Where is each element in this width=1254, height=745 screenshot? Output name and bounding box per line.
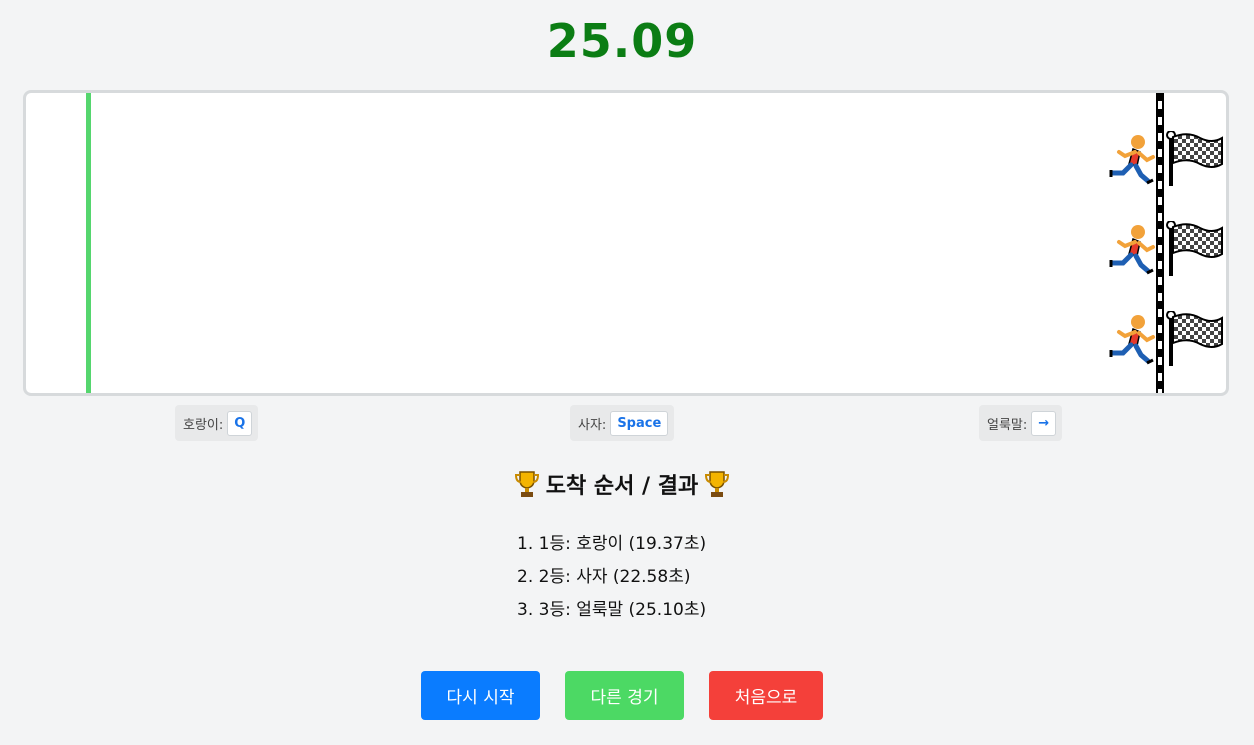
running-person-icon [1109, 225, 1155, 275]
result-item: 2. 2등: 사자 (22.58초) [517, 567, 691, 587]
lane-3 [1109, 311, 1226, 367]
checkered-flag-icon [1166, 131, 1223, 186]
key-badge: → [1031, 410, 1057, 436]
lane-1 [1109, 131, 1226, 187]
race-track [23, 90, 1229, 396]
results-title: 도착 순서 / 결과 [545, 474, 699, 499]
race-timer: 25.09 [546, 14, 698, 68]
results-heading: 도착 순서 / 결과 [0, 468, 1244, 500]
home-button[interactable]: 처음으로 [709, 671, 823, 720]
result-item: 1. 1등: 호랑이 (19.37초) [517, 534, 707, 554]
running-person-icon [1109, 315, 1155, 365]
lane-2 [1109, 221, 1226, 277]
control-zebra: 얼룩말: → [979, 405, 1063, 441]
key-badge: Q [227, 410, 253, 436]
results-list: 1. 1등: 호랑이 (19.37초) 2. 2등: 사자 (22.58초) 3… [517, 532, 706, 631]
restart-button[interactable]: 다시 시작 [421, 671, 540, 720]
control-label: 사자: [578, 417, 607, 433]
running-person-icon [1109, 135, 1155, 185]
checkered-flag-icon [1166, 221, 1223, 276]
trophy-icon [514, 471, 539, 497]
control-label: 얼룩말: [987, 417, 1028, 433]
key-badge: Space [610, 410, 669, 436]
other-race-button[interactable]: 다른 경기 [565, 671, 684, 720]
result-item: 3. 3등: 얼룩말 (25.10초) [517, 600, 707, 620]
control-label: 호랑이: [183, 417, 224, 433]
checkered-flag-icon [1166, 311, 1223, 366]
trophy-icon [705, 471, 730, 497]
control-tiger: 호랑이: Q [175, 405, 259, 441]
start-line [86, 93, 91, 393]
control-lion: 사자: Space [570, 405, 675, 441]
